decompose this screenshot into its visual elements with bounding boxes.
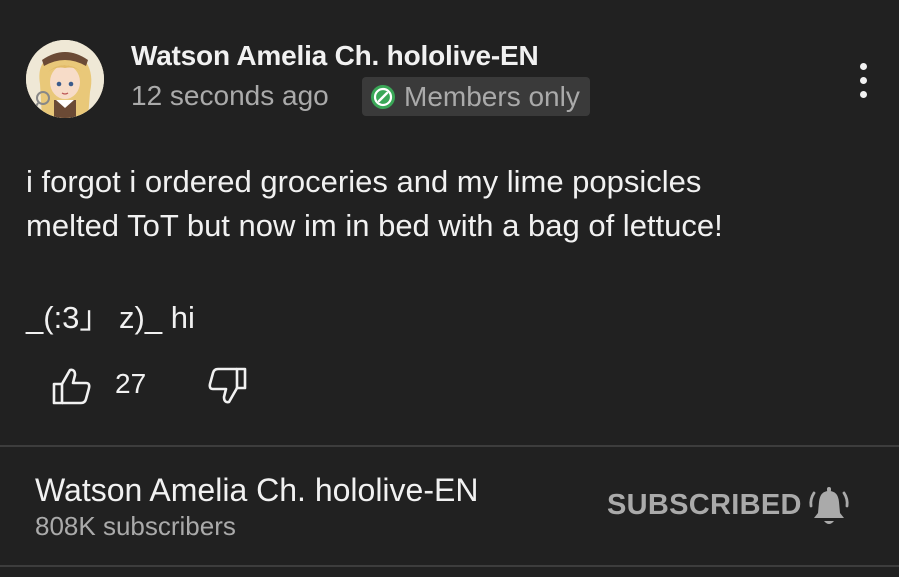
channel-name[interactable]: Watson Amelia Ch. hololive-EN bbox=[35, 472, 478, 509]
post-body: i forgot i ordered groceries and my lime… bbox=[26, 160, 866, 340]
subscribed-button[interactable]: SUBSCRIBED bbox=[607, 489, 802, 522]
divider bbox=[0, 445, 899, 447]
post-timestamp[interactable]: 12 seconds ago bbox=[131, 80, 329, 112]
like-button[interactable] bbox=[49, 364, 93, 408]
members-only-badge: Members only bbox=[362, 77, 590, 116]
post-author[interactable]: Watson Amelia Ch. hololive-EN bbox=[131, 40, 539, 72]
post-text-line: _(:3」 z)_ hi bbox=[26, 300, 195, 335]
subscriber-count: 808K subscribers bbox=[35, 511, 236, 541]
more-options-button[interactable] bbox=[846, 58, 880, 102]
bell-ringing-icon bbox=[809, 487, 849, 524]
thumbs-up-icon bbox=[52, 368, 91, 405]
thumbs-down-icon bbox=[208, 367, 247, 404]
more-vert-icon bbox=[859, 62, 867, 70]
post-text-line: melted ToT but now im in bed with a bag … bbox=[26, 208, 723, 243]
members-badge-icon bbox=[371, 84, 395, 109]
avatar-image bbox=[26, 40, 104, 118]
avatar[interactable] bbox=[26, 40, 104, 118]
like-count: 27 bbox=[115, 368, 147, 399]
divider bbox=[0, 565, 899, 567]
badge-label: Members only bbox=[404, 80, 580, 112]
notification-bell-button[interactable] bbox=[805, 483, 853, 531]
dislike-button[interactable] bbox=[206, 364, 250, 408]
post-text-line: i forgot i ordered groceries and my lime… bbox=[26, 164, 702, 199]
